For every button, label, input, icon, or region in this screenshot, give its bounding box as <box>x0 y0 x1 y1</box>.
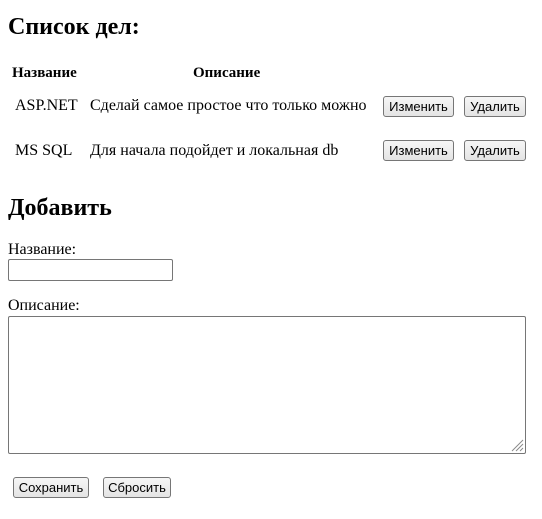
name-field-label: Название: <box>8 241 77 258</box>
column-header-description: Описание <box>193 65 261 81</box>
edit-button[interactable]: Изменить <box>383 140 454 161</box>
row-name: ASP.NET <box>15 97 78 114</box>
add-form-heading: Добавить <box>8 195 112 221</box>
description-field-label: Описание: <box>8 297 80 314</box>
delete-button[interactable]: Удалить <box>464 96 526 117</box>
todo-page: Список дел: Название Описание ASP.NET Сд… <box>0 0 542 519</box>
description-textarea[interactable] <box>8 316 526 454</box>
reset-button[interactable]: Сбросить <box>103 477 171 498</box>
row-description: Для начала подойдет и локальная db <box>90 142 339 159</box>
column-header-name: Название <box>12 65 77 81</box>
row-name: MS SQL <box>15 142 73 159</box>
row-description: Сделай самое простое что только можно <box>90 97 367 114</box>
save-button[interactable]: Сохранить <box>13 477 89 498</box>
name-input[interactable] <box>8 259 173 281</box>
todo-list-heading: Список дел: <box>8 14 140 40</box>
resize-grip-icon[interactable] <box>508 436 524 452</box>
delete-button[interactable]: Удалить <box>464 140 526 161</box>
edit-button[interactable]: Изменить <box>383 96 454 117</box>
